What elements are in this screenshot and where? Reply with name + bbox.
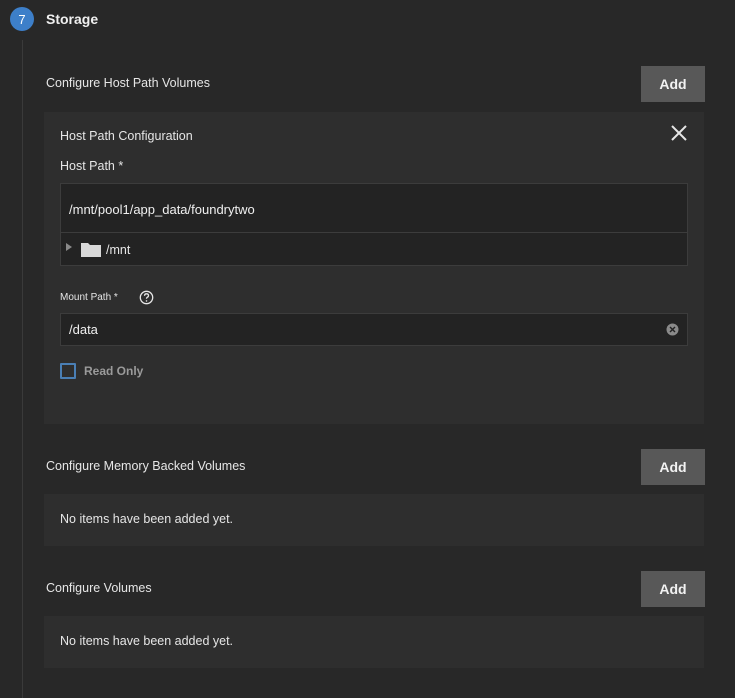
volumes-label: Configure Volumes: [46, 581, 152, 595]
mount-path-input[interactable]: [60, 313, 688, 346]
host-path-explorer: [60, 183, 688, 266]
host-path-label: Host Path *: [60, 159, 124, 173]
volumes-empty-text: No items have been added yet.: [60, 634, 234, 648]
memory-backed-volumes-label: Configure Memory Backed Volumes: [46, 459, 246, 473]
mount-path-label: Mount Path *: [60, 292, 118, 303]
step-title: Storage: [46, 11, 99, 27]
read-only-label: Read Only: [84, 364, 144, 378]
host-path-volumes-label: Configure Host Path Volumes: [46, 76, 210, 90]
memory-backed-empty-text: No items have been added yet.: [60, 512, 234, 526]
add-host-path-volume-button[interactable]: Add: [641, 66, 705, 102]
add-volume-button[interactable]: Add: [641, 571, 705, 607]
stepper-line: [22, 40, 23, 698]
path-divider: [61, 232, 687, 233]
help-circle-icon[interactable]: [139, 290, 154, 305]
host-path-input[interactable]: /mnt/pool1/app_data/foundrytwo: [69, 202, 255, 217]
read-only-checkbox[interactable]: [60, 363, 76, 379]
clear-icon[interactable]: [666, 323, 679, 336]
close-icon[interactable]: [668, 122, 690, 144]
folder-icon: [81, 243, 101, 257]
tree-expand-icon[interactable]: [66, 243, 72, 251]
host-path-configuration-title: Host Path Configuration: [60, 129, 193, 143]
tree-node-mnt[interactable]: /mnt: [106, 243, 130, 257]
step-number-badge: 7: [10, 7, 34, 31]
add-memory-backed-volume-button[interactable]: Add: [641, 449, 705, 485]
